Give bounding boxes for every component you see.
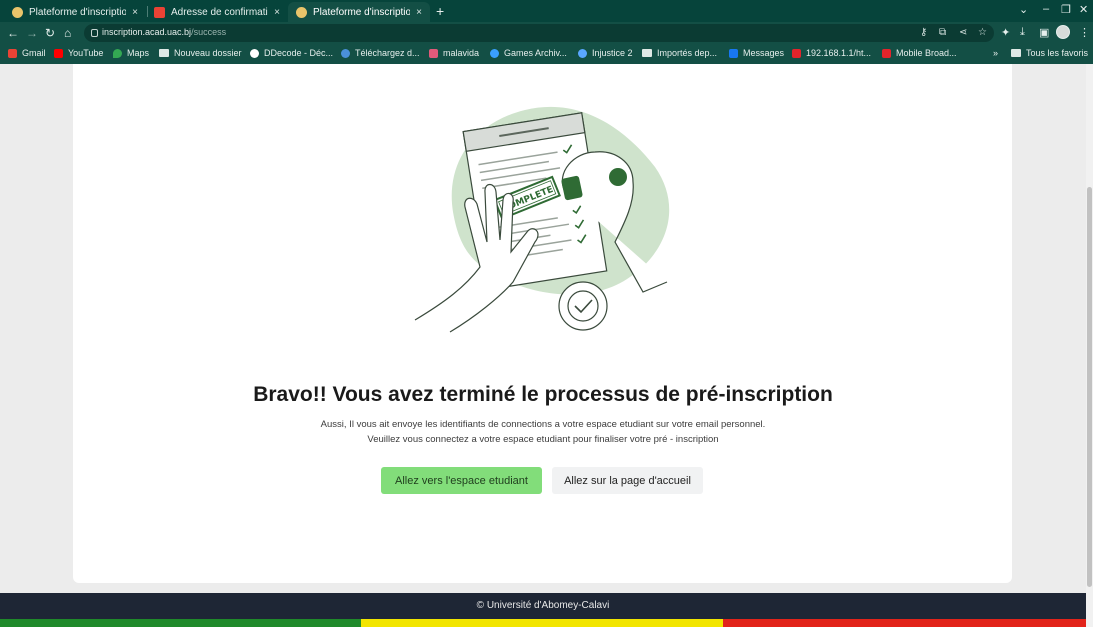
bookmark-games-archive[interactable]: Games Archiv...: [490, 48, 567, 58]
menu-kebab-icon[interactable]: ⋮: [1079, 26, 1090, 39]
key-icon[interactable]: ⚷: [920, 27, 927, 38]
lock-icon: [91, 29, 98, 37]
tab-close-icon[interactable]: ×: [416, 7, 422, 18]
uac-favicon-icon: [296, 6, 307, 18]
page-title: Bravo!! Vous avez terminé le processus d…: [253, 383, 833, 406]
stamp-knob: [609, 168, 627, 186]
back-icon[interactable]: ←: [7, 25, 19, 41]
copyright-text: © Université d'Abomey-Calavi: [476, 600, 610, 611]
flag-stripe-green: [0, 619, 361, 627]
tab-inscription-active[interactable]: Plateforme d'inscription ×: [288, 2, 430, 22]
gmail-icon: [8, 48, 17, 58]
bookmark-injustice[interactable]: Injustice 2: [578, 48, 633, 58]
malavida-icon: [429, 48, 438, 58]
huawei-icon: [792, 48, 801, 58]
page-scrollbar[interactable]: [1086, 64, 1093, 627]
bookmarks-overflow-button[interactable]: »: [993, 48, 998, 58]
bookmark-label: YouTube: [68, 48, 104, 58]
side-panel-icon[interactable]: ▣: [1039, 26, 1049, 39]
download-site-icon: [341, 48, 350, 58]
profile-avatar[interactable]: [1056, 25, 1070, 39]
tab-inscription-1[interactable]: Plateforme d'inscription ×: [4, 2, 146, 22]
completed-form-illustration: COMPLETE: [414, 106, 670, 333]
extensions-icon[interactable]: ✦: [1001, 26, 1010, 39]
tab-close-icon[interactable]: ×: [132, 7, 138, 18]
all-bookmarks-button[interactable]: Tous les favoris: [1011, 48, 1088, 58]
bookmarks-bar: Gmail YouTube Maps Nouveau dossier DDeco…: [0, 44, 1093, 64]
injustice-icon: [578, 48, 587, 58]
maps-icon: [113, 48, 122, 58]
bookmark-label: DDecode - Déc...: [264, 48, 334, 58]
url-host: inscription.acad.uac.bj: [102, 27, 192, 37]
bookmark-nouveau-dossier[interactable]: Nouveau dossier: [159, 48, 242, 58]
info-line-credentials: Aussi, Il vous ait envoye les identifian…: [320, 419, 766, 430]
browser-toolbar: ← → ↻ ⌂ inscription.acad.uac.bj/success …: [0, 22, 1093, 44]
gmail-favicon-icon: [154, 6, 165, 18]
site-footer: © Université d'Abomey-Calavi: [0, 593, 1086, 619]
home-page-button[interactable]: Allez sur la page d'accueil: [552, 467, 703, 494]
bookmark-mobile-broadband[interactable]: Mobile Broad...: [882, 48, 957, 58]
tab-search-icon[interactable]: ⌄: [1019, 3, 1028, 16]
student-space-button[interactable]: Allez vers l'espace etudiant: [381, 467, 542, 494]
youtube-icon: [54, 48, 63, 58]
tab-title: Plateforme d'inscription: [313, 6, 411, 18]
bookmark-label: Messages: [743, 48, 785, 58]
bookmark-label: Tous les favoris: [1026, 48, 1089, 58]
bookmark-star-icon[interactable]: ☆: [978, 27, 987, 38]
bookmark-label: malavida: [443, 48, 480, 58]
bookmark-youtube[interactable]: YouTube: [54, 48, 103, 58]
minimize-icon[interactable]: –: [1043, 3, 1049, 15]
translate-icon[interactable]: ⧉: [939, 27, 946, 38]
bookmark-importes[interactable]: Importés dep...: [642, 48, 717, 58]
bookmark-telechargez[interactable]: Téléchargez d...: [341, 48, 420, 58]
folder-icon: [159, 49, 169, 57]
new-tab-button[interactable]: +: [436, 3, 444, 19]
bookmark-malavida[interactable]: malavida: [429, 48, 479, 58]
bookmark-label: Gmail: [22, 48, 46, 58]
flag-stripe-yellow: [361, 619, 723, 627]
address-bar[interactable]: inscription.acad.uac.bj/success ⚷ ⧉ ⋖ ☆: [84, 24, 994, 42]
bookmark-gmail[interactable]: Gmail: [8, 48, 46, 58]
url-path: /success: [191, 27, 227, 37]
check-badge-icon: [558, 281, 608, 331]
bookmark-label: Injustice 2: [592, 48, 633, 58]
bookmark-label: Maps: [127, 48, 150, 58]
huawei-icon: [882, 48, 891, 58]
bookmark-label: Téléchargez d...: [355, 48, 420, 58]
tab-title: Plateforme d'inscription: [29, 6, 127, 18]
tab-title: Adresse de confirmation: [171, 6, 269, 18]
folder-icon: [642, 49, 652, 57]
close-window-icon[interactable]: ✕: [1079, 3, 1088, 16]
home-icon[interactable]: ⌂: [64, 25, 71, 41]
bookmark-messages[interactable]: Messages: [729, 48, 784, 58]
downloads-icon[interactable]: ⤓: [1020, 26, 1025, 39]
bookmark-label: Games Archiv...: [504, 48, 567, 58]
messenger-icon: [729, 48, 738, 58]
folder-icon: [1011, 49, 1021, 57]
restore-icon[interactable]: ❐: [1061, 3, 1071, 16]
share-icon[interactable]: ⋖: [959, 27, 967, 38]
tab-close-icon[interactable]: ×: [274, 7, 280, 18]
flag-stripe-red: [723, 619, 1086, 627]
globe-icon: [250, 48, 259, 58]
tab-confirmation[interactable]: Adresse de confirmation ×: [146, 2, 288, 22]
bookmark-label: Nouveau dossier: [174, 48, 242, 58]
tab-strip: Plateforme d'inscription × Adresse de co…: [0, 0, 1093, 22]
bookmark-label: Mobile Broad...: [896, 48, 957, 58]
bookmark-label: Importés dep...: [657, 48, 718, 58]
games-icon: [490, 48, 499, 58]
url-text: inscription.acad.uac.bj/success: [102, 27, 226, 37]
bookmark-router[interactable]: 192.168.1.1/ht...: [792, 48, 871, 58]
scrollbar-thumb[interactable]: [1087, 187, 1092, 587]
forward-icon[interactable]: →: [26, 25, 38, 41]
uac-favicon-icon: [12, 6, 23, 18]
bookmark-label: 192.168.1.1/ht...: [806, 48, 872, 58]
bookmark-ddecode[interactable]: DDecode - Déc...: [250, 48, 333, 58]
info-line-finalize: Veuillez vous connectez a votre espace e…: [367, 434, 719, 445]
reload-icon[interactable]: ↻: [45, 25, 55, 41]
bookmark-maps[interactable]: Maps: [113, 48, 149, 58]
